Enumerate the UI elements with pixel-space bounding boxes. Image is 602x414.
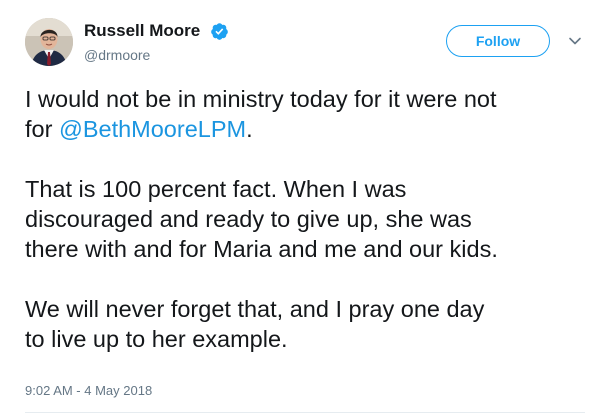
avatar[interactable] (25, 18, 73, 66)
tweet-text: I would not be in ministry today for it … (25, 84, 595, 354)
tweet-text-segment: . (246, 116, 253, 142)
tweet-text-segment: for (25, 116, 59, 142)
verified-badge-icon (211, 23, 228, 40)
chevron-down-icon[interactable] (568, 36, 582, 46)
tweet-line: I would not be in ministry today for it … (25, 86, 497, 112)
tweet-paragraph: We will never forget that, and I pray on… (25, 294, 595, 354)
tweet-paragraph: That is 100 percent fact. When I was dis… (25, 174, 595, 264)
author-handle[interactable]: @drmoore (84, 47, 150, 63)
tweet-line: for @BethMooreLPM. (25, 114, 595, 144)
tweet-line: discouraged and ready to give up, she wa… (25, 206, 472, 232)
follow-button[interactable]: Follow (446, 25, 550, 57)
avatar-photo (25, 18, 73, 66)
tweet-timestamp[interactable]: 9:02 AM - 4 May 2018 (25, 383, 152, 398)
tweet-line: That is 100 percent fact. When I was (25, 176, 407, 202)
tweet-line: to live up to her example. (25, 326, 288, 352)
author-name[interactable]: Russell Moore (84, 21, 200, 41)
tweet-paragraph: I would not be in ministry today for it … (25, 84, 595, 144)
tweet-card: Russell Moore @drmoore Follow I would no… (0, 0, 602, 414)
divider (25, 412, 585, 413)
mention-link[interactable]: @BethMooreLPM (59, 116, 246, 142)
tweet-line: there with and for Maria and me and our … (25, 236, 498, 262)
tweet-line: We will never forget that, and I pray on… (25, 296, 485, 322)
